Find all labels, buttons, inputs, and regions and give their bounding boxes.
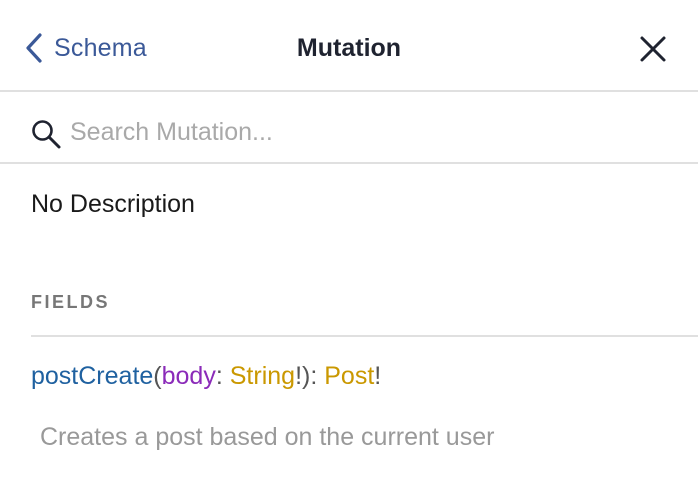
close-button[interactable] <box>638 34 668 64</box>
doc-explorer-panel: Schema Mutation No Description FIELDS po… <box>0 0 698 502</box>
chevron-left-icon <box>26 33 42 63</box>
field-open-paren: ( <box>153 362 162 390</box>
arg-type-link[interactable]: String <box>230 362 295 390</box>
field-arg-name: body <box>161 362 216 390</box>
return-type-link[interactable]: Post <box>324 362 374 390</box>
doc-explorer-header: Schema Mutation <box>0 0 698 92</box>
back-to-schema-link[interactable]: Schema <box>26 30 147 66</box>
search-icon <box>32 120 61 149</box>
field-arg-colon: : <box>215 362 230 390</box>
close-icon <box>640 36 666 62</box>
return-type-bang: ! <box>374 362 382 390</box>
field-row: postCreate(body: String!): Post! <box>31 362 381 391</box>
fields-section-title: FIELDS <box>31 292 111 312</box>
arg-type-bang: ! <box>295 362 303 390</box>
back-link-label: Schema <box>54 33 147 62</box>
field-name-link[interactable]: postCreate <box>31 362 153 390</box>
type-description: No Description <box>31 190 195 218</box>
field-close-paren-colon: ): <box>302 362 325 390</box>
field-description: Creates a post based on the current user <box>40 423 495 451</box>
fields-divider <box>31 335 698 337</box>
search-input[interactable] <box>70 112 670 152</box>
search-bar <box>0 92 698 164</box>
